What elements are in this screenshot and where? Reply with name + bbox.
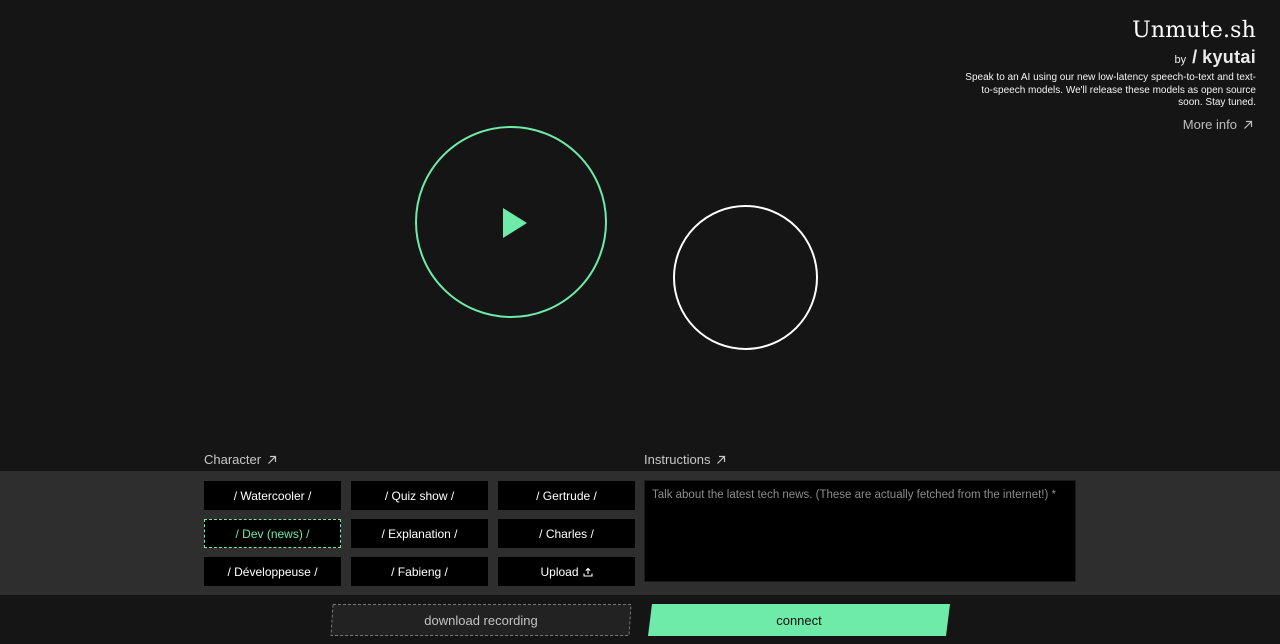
character-button-label: / Explanation / bbox=[381, 526, 458, 541]
character-button-label: / Gertrude / bbox=[536, 488, 597, 503]
download-recording-label: download recording bbox=[424, 612, 538, 628]
character-button-label: / Développeuse / bbox=[227, 564, 318, 579]
character-button-label: / Charles / bbox=[539, 526, 594, 541]
character-button-explanation[interactable]: / Explanation / bbox=[351, 519, 488, 548]
instructions-section-link[interactable]: Instructions bbox=[644, 452, 726, 467]
character-button-developpeuse[interactable]: / Développeuse / bbox=[204, 557, 341, 586]
download-recording-button[interactable]: download recording bbox=[330, 604, 632, 636]
character-button-charles[interactable]: / Charles / bbox=[498, 519, 635, 548]
kyutai-logo: kyutai bbox=[1202, 47, 1256, 67]
character-button-gertrude[interactable]: / Gertrude / bbox=[498, 481, 635, 510]
app-title: Unmute.sh bbox=[1132, 18, 1256, 43]
instructions-textarea[interactable]: Talk about the latest tech news. (These … bbox=[644, 480, 1076, 582]
character-button-quiz-show[interactable]: / Quiz show / bbox=[351, 481, 488, 510]
connect-button[interactable]: connect bbox=[648, 604, 950, 636]
upload-icon bbox=[582, 567, 593, 577]
connect-label: connect bbox=[776, 612, 822, 628]
app-description: Speak to an AI using our new low-latency… bbox=[965, 72, 1256, 108]
more-info-label: More info bbox=[1182, 117, 1237, 132]
upload-label: Upload bbox=[540, 564, 579, 579]
character-button-label: / Fabieng / bbox=[391, 564, 448, 579]
character-button-label: / Watercooler / bbox=[233, 488, 312, 503]
character-section-link[interactable]: Character bbox=[204, 452, 277, 467]
ai-audio-visualizer-circle bbox=[673, 205, 818, 350]
character-label: Character bbox=[204, 452, 262, 467]
arrow-up-right-icon bbox=[717, 455, 726, 464]
upload-character-button[interactable]: Upload bbox=[498, 557, 635, 586]
arrow-up-right-icon bbox=[1244, 120, 1253, 129]
more-info-link[interactable]: More info bbox=[1183, 117, 1253, 132]
brand-byline: by / kyutai bbox=[956, 47, 1256, 68]
character-button-fabieng[interactable]: / Fabieng / bbox=[351, 557, 488, 586]
play-circle-button[interactable] bbox=[415, 126, 607, 318]
settings-panel bbox=[0, 471, 1280, 595]
brand-header: Unmute.sh by / kyutai bbox=[956, 18, 1256, 68]
character-button-label: / Quiz show / bbox=[384, 488, 455, 503]
instructions-label: Instructions bbox=[644, 452, 711, 467]
play-icon bbox=[503, 208, 527, 238]
character-button-dev-news[interactable]: / Dev (news) / bbox=[204, 519, 341, 548]
arrow-up-right-icon bbox=[268, 455, 277, 464]
character-button-label: / Dev (news) / bbox=[235, 526, 310, 541]
by-text: by bbox=[1174, 54, 1187, 66]
character-button-watercooler[interactable]: / Watercooler / bbox=[204, 481, 341, 510]
kyutai-slash: / bbox=[1192, 47, 1198, 67]
